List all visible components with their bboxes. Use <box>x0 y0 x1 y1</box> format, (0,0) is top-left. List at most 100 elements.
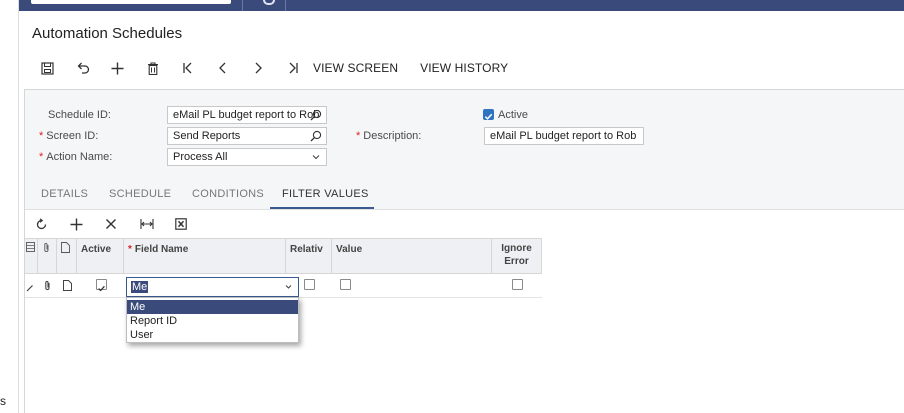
description-field[interactable]: eMail PL budget report to Rob <box>484 127 644 145</box>
search-icon[interactable] <box>310 109 322 121</box>
description-value: eMail PL budget report to Rob <box>490 130 637 142</box>
row-settings-icon <box>26 242 35 252</box>
dropdown-option-user[interactable]: User <box>127 328 298 342</box>
add-row-icon <box>70 218 83 230</box>
first-icon <box>182 62 191 74</box>
refresh-icon <box>36 217 47 229</box>
row-ignore-error-checkbox[interactable] <box>512 279 523 290</box>
check-icon <box>484 113 493 120</box>
tab-details[interactable]: DETAILS <box>41 188 88 200</box>
fit-columns-button[interactable] <box>140 214 175 234</box>
chevron-down-icon <box>312 155 320 160</box>
action-name-select[interactable]: Process All <box>167 148 327 166</box>
required-mark: * <box>39 130 44 142</box>
action-name-value: Process All <box>173 151 228 163</box>
last-record-button[interactable] <box>275 58 310 78</box>
active-column-header[interactable]: Active <box>77 239 124 273</box>
required-mark: * <box>128 244 132 255</box>
add-row-button[interactable] <box>70 214 105 234</box>
left-nav: s <box>0 0 19 413</box>
grid-toolbar <box>25 210 904 238</box>
delete-icon <box>147 61 158 75</box>
check-icon <box>98 285 105 292</box>
description-label: * Description: <box>356 130 421 142</box>
row-value-checkbox[interactable] <box>340 279 351 290</box>
paperclip-icon <box>44 242 49 252</box>
search-icon[interactable] <box>310 130 322 142</box>
export-excel-button[interactable] <box>175 214 210 234</box>
field-name-column-header[interactable]: * Field Name <box>124 239 286 273</box>
next-record-button[interactable] <box>240 58 275 78</box>
add-button[interactable] <box>100 58 135 78</box>
required-mark: * <box>39 151 44 163</box>
grid-header: Active * Field Name Relativ Value Ignore E… <box>25 238 542 274</box>
row-relative-checkbox[interactable] <box>304 279 315 290</box>
row-note[interactable] <box>57 274 77 297</box>
ignore-error-column-header[interactable]: Ignore Error <box>492 239 542 273</box>
schedule-id-value: eMail PL budget report to Rob <box>173 109 320 121</box>
divider <box>285 0 286 11</box>
screen-id-label: * Screen ID: <box>39 130 98 142</box>
left-nav-fragment[interactable]: s <box>0 394 6 408</box>
chevron-down-icon[interactable] <box>284 282 293 291</box>
summary-form: Schedule ID: eMail PL budget report to R… <box>25 90 904 178</box>
active-tab-indicator <box>270 207 374 209</box>
tab-schedule[interactable]: SCHEDULE <box>109 188 171 200</box>
note-icon <box>61 242 70 253</box>
view-screen-button[interactable]: VIEW SCREEN <box>313 61 398 75</box>
previous-record-button[interactable] <box>205 58 240 78</box>
refresh-button[interactable] <box>35 214 70 234</box>
help-icon <box>263 0 275 5</box>
delete-row-icon <box>106 219 116 229</box>
schedule-id-field[interactable]: eMail PL budget report to Rob <box>167 106 327 124</box>
tab-conditions[interactable]: CONDITIONS <box>192 188 264 200</box>
field-name-header-text: Field Name <box>134 244 189 255</box>
next-icon <box>255 62 262 74</box>
page-title: Automation Schedules <box>32 25 183 42</box>
pencil-icon <box>26 285 33 292</box>
view-history-button[interactable]: VIEW HISTORY <box>420 61 508 75</box>
paperclip-icon <box>45 280 50 291</box>
value-column-header[interactable]: Value <box>332 239 492 273</box>
action-name-label-text: Action Name: <box>46 151 113 163</box>
active-checkbox[interactable] <box>483 109 494 120</box>
relative-column-header[interactable]: Relativ <box>286 239 332 273</box>
ignore-error-header-line1: Ignore <box>501 243 532 254</box>
global-search-input[interactable] <box>31 0 231 4</box>
field-name-selected-value: Me <box>131 281 149 293</box>
fit-columns-icon <box>140 219 154 229</box>
notes-column[interactable] <box>57 239 77 273</box>
undo-button[interactable] <box>65 58 100 78</box>
first-record-button[interactable] <box>170 58 205 78</box>
required-mark: * <box>356 130 361 142</box>
row-attachment[interactable] <box>38 274 57 297</box>
main-toolbar: VIEW SCREEN VIEW HISTORY <box>30 58 530 78</box>
description-label-text: Description: <box>363 130 422 142</box>
ignore-error-header-line2: Error <box>504 256 529 267</box>
active-label: Active <box>498 109 528 121</box>
field-name-select[interactable]: Me <box>126 277 299 297</box>
tab-bar: DETAILS SCHEDULE CONDITIONS FILTER VALUE… <box>25 178 904 210</box>
dropdown-option-report-id[interactable]: Report ID <box>127 314 298 328</box>
row-edit-indicator <box>25 274 38 297</box>
row-active-checkbox[interactable] <box>96 279 107 292</box>
action-name-label: * Action Name: <box>39 151 112 163</box>
field-name-dropdown: Me Report ID User <box>126 297 299 343</box>
top-bar <box>19 0 904 11</box>
prev-icon <box>218 62 225 74</box>
screen-id-field[interactable]: Send Reports <box>167 127 327 145</box>
attachment-column[interactable] <box>38 239 57 273</box>
screen-id-value: Send Reports <box>173 130 241 142</box>
delete-row-button[interactable] <box>105 214 140 234</box>
row-selector-column[interactable] <box>25 239 38 273</box>
note-icon <box>63 280 72 291</box>
divider <box>242 0 243 11</box>
tab-filter-values[interactable]: FILTER VALUES <box>282 188 369 200</box>
dropdown-option-me[interactable]: Me <box>127 300 298 314</box>
screen-id-label-text: Screen ID: <box>46 130 99 142</box>
form-panel: Schedule ID: eMail PL budget report to R… <box>24 89 904 413</box>
last-icon <box>289 62 298 74</box>
export-excel-icon <box>175 218 187 230</box>
delete-button[interactable] <box>135 58 170 78</box>
save-button[interactable] <box>30 58 65 78</box>
